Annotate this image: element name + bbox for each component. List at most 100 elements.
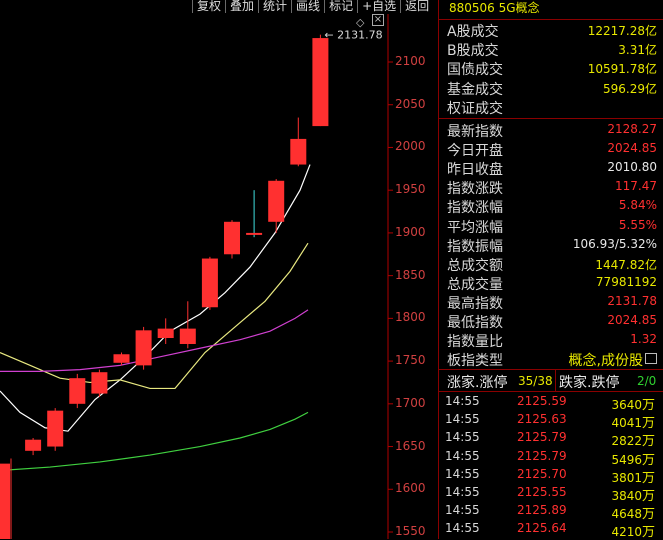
index-code-title: 880506 5G概念 xyxy=(449,1,540,15)
candle-body[interactable] xyxy=(157,328,174,339)
stat-value: 2024.85 xyxy=(607,313,657,327)
stat-value: 77981192 xyxy=(595,274,657,289)
stat-value: 106.93/5.32% xyxy=(572,236,657,251)
candle-body[interactable] xyxy=(0,463,10,539)
candle-body[interactable] xyxy=(69,378,86,404)
stat-label: 昨日收盘 xyxy=(447,162,503,179)
kline-chart[interactable]: ← 2131.78 ◇ × 2100 2050 2000 1950 1900 1850 18… xyxy=(0,14,438,539)
close-icon[interactable]: × xyxy=(372,14,384,26)
down-count-value: 2/0 xyxy=(637,374,657,388)
candle-body[interactable] xyxy=(91,372,108,394)
y-tick-label: 1600 xyxy=(395,481,426,496)
candle-body[interactable] xyxy=(113,354,130,363)
candle-body[interactable] xyxy=(47,410,64,447)
diamond-icon[interactable]: ◇ xyxy=(356,16,364,29)
y-tick-label: 2100 xyxy=(395,54,426,68)
candle-body[interactable] xyxy=(201,258,218,308)
stat-label: 今日开盘 xyxy=(447,143,503,160)
summary-label: 国债成交 xyxy=(447,62,503,79)
candle-body[interactable] xyxy=(224,221,240,255)
y-tick-label: 1550 xyxy=(395,524,426,538)
stat-label: 指数涨跌 xyxy=(447,181,503,198)
trade-price: 2125.55 xyxy=(517,485,567,499)
trade-row: 14:55 2125.89 4648万 xyxy=(445,503,655,522)
trade-row: 14:55 2125.63 4041万 xyxy=(445,412,655,432)
stat-label: 指数量比 xyxy=(447,334,503,351)
summary-row: 基金成交 596.29亿 xyxy=(447,79,657,98)
kline-svg: ← 2131.78 xyxy=(0,14,393,539)
summary-row: B股成交 3.31亿 xyxy=(447,40,657,59)
trade-volume: 5496万 xyxy=(611,452,655,468)
y-tick-label: 2050 xyxy=(395,96,426,111)
trade-row: 14:55 2125.59 3640万 xyxy=(445,394,655,413)
trade-volume: 4041万 xyxy=(611,416,655,432)
stat-row: 最高指数 2131.78 xyxy=(447,293,657,312)
summary-row: 权证成交 xyxy=(447,98,657,117)
up-count-value: 35/38 xyxy=(518,374,553,388)
stat-row: 最新指数 2128.27 xyxy=(447,121,657,140)
stat-value: 1447.82亿 xyxy=(595,257,657,272)
summary-label: A股成交 xyxy=(447,24,499,40)
down-count-label: 跌家.跌停 xyxy=(559,375,620,391)
stat-label: 指数涨幅 xyxy=(447,200,503,217)
y-tick-label: 1750 xyxy=(395,353,426,368)
trade-row: 14:55 2125.79 2822万 xyxy=(445,430,655,449)
summary-label: 权证成交 xyxy=(447,100,503,117)
candle-body[interactable] xyxy=(179,328,196,344)
stat-value: 2010.80 xyxy=(607,160,657,175)
summary-label: 基金成交 xyxy=(447,81,503,98)
summary-value: 3.31亿 xyxy=(618,43,657,58)
y-tick-label: 1850 xyxy=(395,267,426,282)
trade-volume: 3840万 xyxy=(611,489,655,504)
summary-label: B股成交 xyxy=(447,43,499,60)
trade-price: 2125.89 xyxy=(517,503,567,518)
y-tick-label: 1650 xyxy=(395,438,426,453)
toolbar-add-watchlist-button[interactable]: +自选 xyxy=(357,0,400,13)
high-price-label: ← 2131.78 xyxy=(324,29,382,42)
stat-row: 最低指数 2024.85 xyxy=(447,312,657,331)
toolbar-mark-button[interactable]: 标记 xyxy=(324,0,357,13)
candle-body[interactable] xyxy=(312,38,329,127)
trade-volume: 3640万 xyxy=(611,398,655,413)
trade-volume: 3801万 xyxy=(611,470,655,486)
stat-row: 板指类型 概念,成份股 xyxy=(447,350,657,369)
ma5-line xyxy=(0,164,311,432)
y-tick-label: 1800 xyxy=(395,310,426,325)
stat-value: 5.55% xyxy=(618,217,657,232)
stat-row: 指数涨跌 117.47 xyxy=(447,178,657,197)
ma20-line xyxy=(0,309,309,372)
summary-value: 10591.78亿 xyxy=(587,62,657,77)
trade-time: 14:55 xyxy=(445,485,480,499)
stat-label: 总成交额 xyxy=(447,257,503,274)
toolbar-fuquan-button[interactable]: 复权 xyxy=(192,0,225,13)
trade-price: 2125.63 xyxy=(517,412,567,427)
summary-row: A股成交 12217.28亿 xyxy=(447,21,657,40)
stat-label: 平均涨幅 xyxy=(447,219,503,236)
stat-label: 最低指数 xyxy=(447,315,503,331)
trade-time: 14:55 xyxy=(445,430,480,445)
ma10-line xyxy=(0,242,309,390)
toolbar-back-button[interactable]: 返回 xyxy=(400,0,433,13)
stat-label: 指数振幅 xyxy=(447,238,503,255)
stat-label: 最新指数 xyxy=(447,124,503,140)
trade-time: 14:55 xyxy=(445,466,480,481)
stat-row: 指数涨幅 5.84% xyxy=(447,197,657,216)
menu-icon[interactable] xyxy=(645,353,657,364)
candle-body[interactable] xyxy=(25,439,42,451)
stat-row: 平均涨幅 5.55% xyxy=(447,217,657,236)
trade-row: 14:55 2125.79 5496万 xyxy=(445,448,655,468)
toolbar-stats-button[interactable]: 统计 xyxy=(258,0,291,13)
trade-row: 14:55 2125.70 3801万 xyxy=(445,466,655,486)
trade-time: 14:55 xyxy=(445,503,480,518)
candle-body[interactable] xyxy=(268,180,285,222)
toolbar-draw-line-button[interactable]: 画线 xyxy=(291,0,324,13)
chart-toolbar: 复权 叠加 统计 画线 标记 +自选 返回 xyxy=(192,0,433,14)
toolbar-overlay-button[interactable]: 叠加 xyxy=(225,0,258,13)
ma60-line xyxy=(0,411,309,472)
candle-body[interactable] xyxy=(246,232,263,235)
summary-value: 596.29亿 xyxy=(603,81,657,96)
stat-label: 总成交量 xyxy=(447,276,503,293)
candle-body[interactable] xyxy=(290,138,307,165)
trade-price: 2125.79 xyxy=(517,448,567,463)
candle-body[interactable] xyxy=(135,330,152,366)
